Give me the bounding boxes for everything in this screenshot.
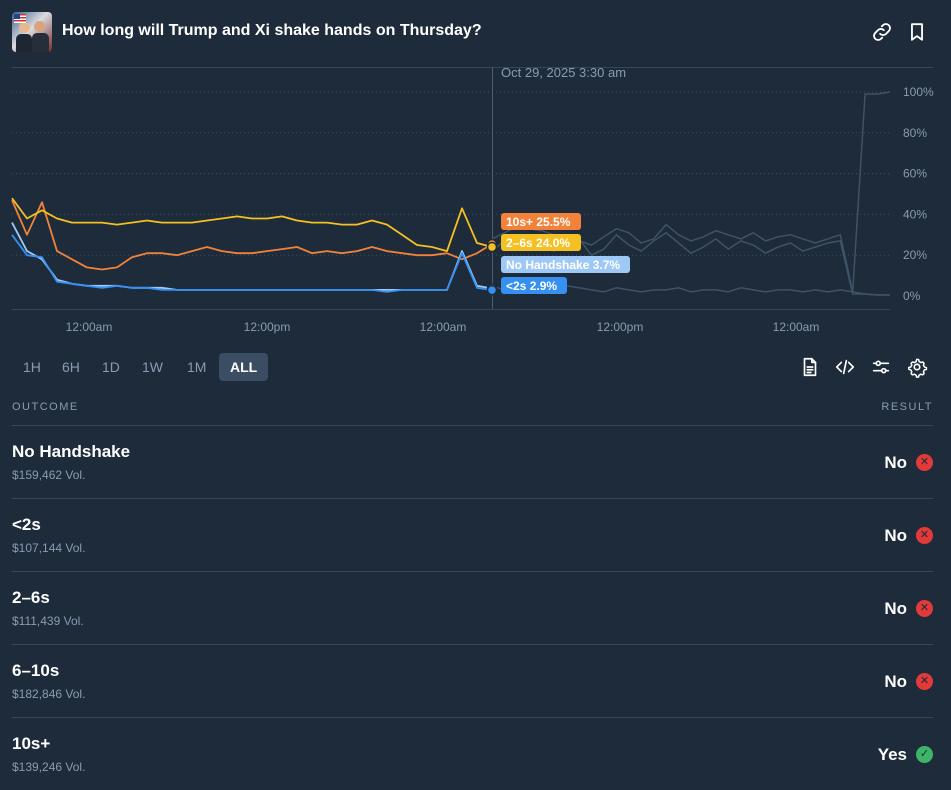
outcome-row[interactable]: 10s+ $139,246 Vol. Yes ✓	[12, 717, 933, 790]
x-tick-label: 12:00am	[773, 320, 820, 334]
outcome-result: No	[884, 599, 907, 618]
x-tick-label: 12:00pm	[597, 320, 644, 334]
series-label: <2s 2.9%	[506, 279, 557, 293]
series-end-dot	[486, 284, 498, 296]
thumbnail-head-left	[19, 22, 30, 33]
series-end-dot	[486, 241, 498, 253]
market-thumbnail	[12, 12, 52, 52]
x-circle-icon: ✕	[916, 600, 933, 617]
outcome-row[interactable]: No Handshake $159,462 Vol. No ✕	[12, 425, 933, 498]
outcome-volume: $139,246 Vol.	[12, 760, 86, 774]
settings-icon[interactable]	[906, 356, 928, 378]
series-line	[11, 199, 493, 271]
outcome-volume: $182,846 Vol.	[12, 687, 86, 701]
outcome-volume: $107,144 Vol.	[12, 541, 86, 555]
range-button-all[interactable]: ALL	[219, 353, 269, 381]
y-tick-label: 20%	[903, 248, 927, 262]
outcome-name: No Handshake	[12, 442, 131, 461]
hover-timestamp: Oct 29, 2025 3:30 am	[501, 65, 626, 80]
range-button-1h[interactable]: 1H	[12, 353, 52, 381]
outcome-result: Yes	[877, 745, 907, 764]
outcome-column-header: OUTCOME	[12, 401, 79, 413]
link-icon[interactable]	[871, 21, 893, 43]
series-line	[11, 222, 493, 291]
y-tick-label: 40%	[903, 207, 927, 221]
x-circle-icon: ✕	[916, 454, 933, 471]
series-line	[11, 197, 493, 252]
x-circle-icon: ✕	[916, 527, 933, 544]
outcome-result: No	[884, 526, 907, 545]
y-tick-label: 0%	[903, 289, 921, 303]
bookmark-icon[interactable]	[906, 21, 928, 43]
x-tick-label: 12:00pm	[244, 320, 291, 334]
outcome-row[interactable]: <2s $107,144 Vol. No ✕	[12, 498, 933, 571]
outcome-name: 2–6s	[12, 588, 50, 607]
outcome-result: No	[884, 453, 907, 472]
result-column-header: RESULT	[881, 401, 933, 413]
series-label: No Handshake 3.7%	[506, 258, 620, 272]
chart-canvas[interactable]: Oct 29, 2025 3:30 am 10s+ 25.5% 2–6s 24.0…	[0, 60, 951, 350]
x-tick-label: 12:00am	[66, 320, 113, 334]
outcome-volume: $159,462 Vol.	[12, 468, 86, 482]
y-tick-label: 60%	[903, 167, 927, 181]
thumbnail-head-right	[34, 21, 45, 32]
range-button-6h[interactable]: 6H	[51, 353, 91, 381]
price-chart[interactable]: Oct 29, 2025 3:30 am 10s+ 25.5% 2–6s 24.0…	[0, 60, 951, 350]
series-label: 10s+ 25.5%	[506, 215, 571, 229]
range-button-1m[interactable]: 1M	[176, 353, 217, 381]
range-button-1d[interactable]: 1D	[91, 353, 131, 381]
market-header: How long will Trump and Xi shake hands o…	[12, 12, 939, 52]
outcome-name: <2s	[12, 515, 41, 534]
outcome-volume: $111,439 Vol.	[12, 614, 84, 628]
x-tick-label: 12:00am	[420, 320, 467, 334]
document-icon[interactable]	[799, 356, 821, 378]
y-tick-label: 100%	[903, 85, 934, 99]
market-title: How long will Trump and Xi shake hands o…	[62, 22, 482, 39]
thumbnail-flag	[14, 14, 26, 23]
outcome-result: No	[884, 672, 907, 691]
series-line	[11, 234, 493, 293]
thumbnail-figure-left	[16, 34, 32, 52]
x-circle-icon: ✕	[916, 673, 933, 690]
check-circle-icon: ✓	[916, 746, 933, 763]
outcome-row[interactable]: 6–10s $182,846 Vol. No ✕	[12, 644, 933, 717]
y-tick-label: 80%	[903, 126, 927, 140]
outcome-name: 10s+	[12, 734, 51, 753]
series-label: 2–6s 24.0%	[506, 236, 570, 250]
thumbnail-figure-right	[32, 33, 49, 52]
outcome-row[interactable]: 2–6s $111,439 Vol. No ✕	[12, 571, 933, 644]
outcome-name: 6–10s	[12, 661, 60, 680]
code-icon[interactable]	[834, 356, 856, 378]
range-button-1w[interactable]: 1W	[131, 353, 174, 381]
sliders-icon[interactable]	[870, 356, 892, 378]
